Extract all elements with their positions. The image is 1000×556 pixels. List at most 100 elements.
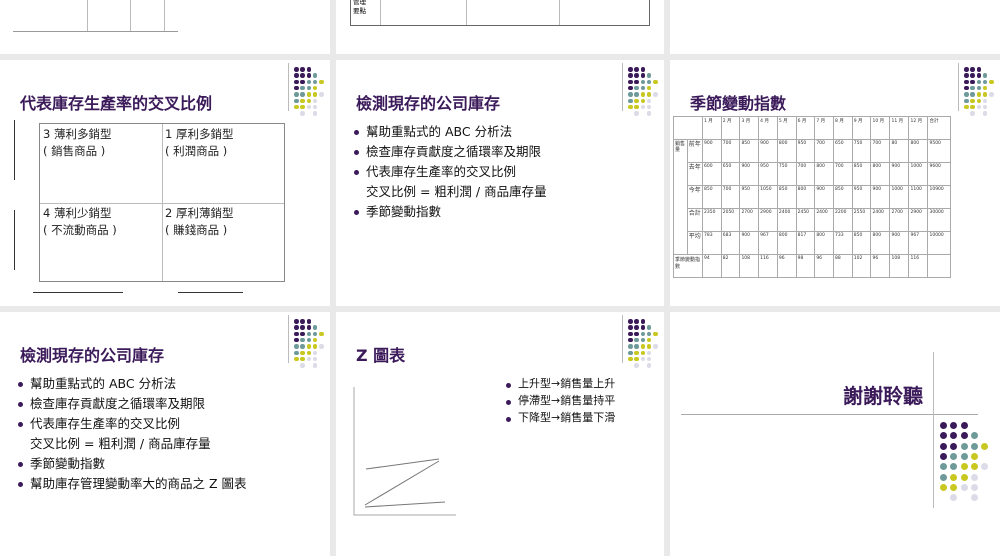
slide-thumbnail-1[interactable] xyxy=(0,0,330,54)
dot xyxy=(950,442,958,450)
slide-thumbnail-2[interactable]: 管理要點 xyxy=(336,0,664,54)
row-label: 平均 xyxy=(686,231,704,255)
dot xyxy=(964,67,969,72)
dot xyxy=(976,67,982,72)
dot xyxy=(940,473,947,481)
table-cell: 900 xyxy=(889,231,910,255)
table-row: 去年 600 650 900 950 750 700 800 700 850 800 900 1000 9… xyxy=(674,162,951,186)
dot xyxy=(982,104,988,110)
dot xyxy=(970,67,975,72)
table-cell: 96 xyxy=(814,254,835,278)
header-cell: 合計 xyxy=(927,116,951,140)
slide-thank-you[interactable]: 謝謝聆聽 xyxy=(670,312,1000,556)
slide-thumbnail-3[interactable] xyxy=(670,0,1000,54)
quadrant-3: 3 薄利多銷型( 銷售商品 ) xyxy=(43,127,112,158)
table-cell: 2900 xyxy=(908,208,929,232)
dot xyxy=(970,442,978,450)
dot xyxy=(300,363,305,368)
seasonal-table: 1 月2 月3 月4 月5 月6 月7 月8 月9 月 10 月 11 月 12 月合… xyxy=(673,116,951,278)
dot xyxy=(312,331,318,337)
slide-z-chart[interactable]: Z 圖表 上升型→銷售量上升 停滯型→銷售量持平 下降型→銷售量下滑 xyxy=(336,312,664,556)
dot xyxy=(306,331,312,337)
dot xyxy=(300,98,305,103)
dot xyxy=(640,67,646,72)
arrow xyxy=(178,292,243,293)
dot xyxy=(319,331,324,337)
dot xyxy=(312,98,318,103)
dot xyxy=(628,92,633,97)
dot xyxy=(976,85,982,91)
table-cell: 1000 xyxy=(908,162,929,186)
dot xyxy=(300,344,305,349)
table-cell: 700 xyxy=(720,185,741,209)
dot xyxy=(982,73,988,78)
dot xyxy=(300,331,305,337)
slide-cross-ratio[interactable]: 代表庫存生產率的交叉比例 3 薄利多銷型( 銷售商品 ) 1 厚利多銷型( 利潤… xyxy=(0,60,330,306)
dot xyxy=(628,98,633,103)
row-group-label: 銷售量 xyxy=(673,139,688,255)
table-cell: 700 xyxy=(720,139,741,163)
dot xyxy=(976,92,982,97)
table-cell: 783 xyxy=(702,231,722,255)
dot xyxy=(300,325,305,330)
dot xyxy=(960,473,968,481)
dot xyxy=(950,494,958,502)
slide-seasonal-index[interactable]: 季節變動指數 1 月2 月3 月4 月5 月6 月7 月8 月9 月 10 月 11… xyxy=(670,60,1000,306)
table-cell: 900 xyxy=(889,162,910,186)
dot xyxy=(640,79,646,85)
table-cell: 1050 xyxy=(758,185,778,209)
dot xyxy=(970,85,975,91)
dot xyxy=(300,79,305,85)
table-cell: 108 xyxy=(889,254,910,278)
dot xyxy=(306,344,312,349)
table-cell: 2350 xyxy=(702,208,722,232)
dot xyxy=(960,432,968,440)
dot xyxy=(306,104,312,110)
table-row: 合計 2350 2050 2700 2900 2400 2450 2400 2200 2550 24… xyxy=(674,208,951,232)
dot xyxy=(294,356,299,362)
dot xyxy=(312,337,318,343)
table-cell: 850 xyxy=(702,185,722,209)
dot xyxy=(294,337,299,343)
table-cell: 700 xyxy=(833,162,853,186)
row-label: 合計 xyxy=(686,208,704,232)
line xyxy=(164,0,165,31)
dot xyxy=(970,98,975,103)
dot xyxy=(294,67,299,72)
table-cell: 116 xyxy=(758,254,778,278)
dot xyxy=(306,79,312,85)
dot xyxy=(634,85,639,91)
header-cell: 9 月 xyxy=(851,116,872,140)
dot xyxy=(634,92,639,97)
dot xyxy=(312,92,318,97)
dot xyxy=(312,79,318,85)
quadrant-4: 4 薄利少銷型( 不流動商品 ) xyxy=(43,205,117,237)
dot xyxy=(319,344,324,349)
dot xyxy=(976,73,982,78)
table-cell: 850 xyxy=(739,139,760,163)
dot xyxy=(640,104,646,110)
table-cell: 733 xyxy=(833,231,853,255)
table-cell: 96 xyxy=(776,254,797,278)
dot xyxy=(300,92,305,97)
table-cell: 10900 xyxy=(927,185,951,209)
header-cell: 12 月 xyxy=(908,116,929,140)
dot xyxy=(960,452,968,460)
line xyxy=(130,0,131,31)
dot xyxy=(982,85,988,91)
header-cell: 2 月 xyxy=(720,116,741,140)
header-cell: 6 月 xyxy=(795,116,816,140)
arrow xyxy=(33,292,123,293)
dot xyxy=(970,432,978,440)
dot xyxy=(634,79,639,85)
slide-inventory-check[interactable]: 檢測現存的公司庫存 幫助重點式的 ABC 分析法 檢查庫存貢獻度之循環率及期限 … xyxy=(336,60,664,306)
table-cell: 96 xyxy=(870,254,891,278)
dot xyxy=(940,483,947,491)
dot xyxy=(964,73,969,78)
slide-inventory-check-2[interactable]: 檢測現存的公司庫存 幫助重點式的 ABC 分析法 檢查庫存貢獻度之循環率及期限 … xyxy=(0,312,330,556)
dot xyxy=(294,79,299,85)
quadrant-matrix: 3 薄利多銷型( 銷售商品 ) 1 厚利多銷型( 利潤商品 ) 4 薄利少銷型(… xyxy=(39,123,285,282)
dot xyxy=(970,104,975,110)
table-cell: 800 xyxy=(795,185,816,209)
table-cell: 900 xyxy=(702,139,722,163)
